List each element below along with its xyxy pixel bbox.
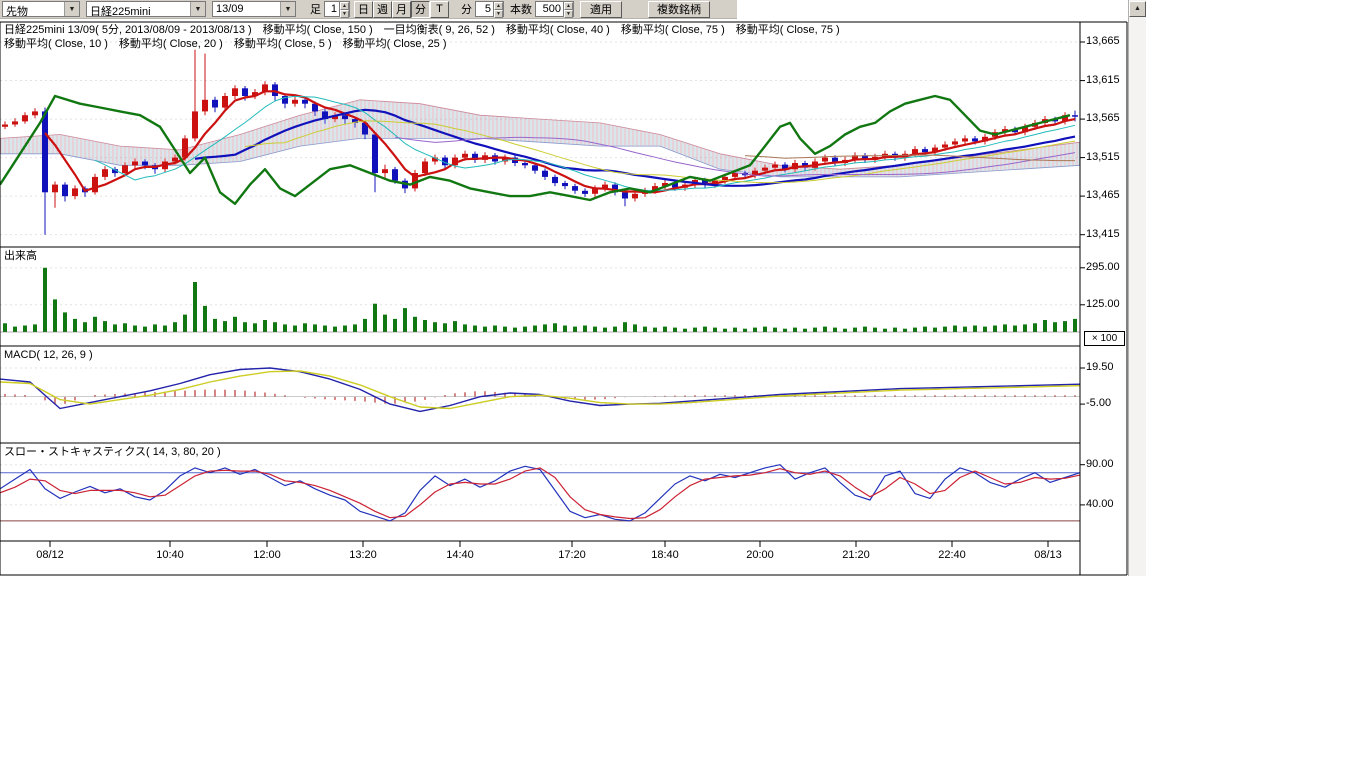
price-pane-header-line2: 移動平均( Close, 10 ) 移動平均( Close, 20 ) 移動平均… bbox=[4, 38, 447, 51]
chart-canvas[interactable] bbox=[0, 0, 1146, 576]
y-tick-label: 13,415 bbox=[1086, 228, 1120, 240]
price-pane-header-line1: 日経225mini 13/09( 5分, 2013/08/09 - 2013/0… bbox=[4, 24, 840, 37]
x-tick-label: 21:20 bbox=[833, 549, 879, 561]
y-tick-label: 13,465 bbox=[1086, 189, 1120, 201]
y-tick-label: 125.00 bbox=[1086, 298, 1120, 310]
y-tick-label: 40.00 bbox=[1086, 498, 1114, 510]
x-tick-label: 20:00 bbox=[737, 549, 783, 561]
y-tick-label: 13,615 bbox=[1086, 74, 1120, 86]
chart-area: 日経225mini 13/09( 5分, 2013/08/09 - 2013/0… bbox=[0, 0, 1146, 576]
y-tick-label: 90.00 bbox=[1086, 458, 1114, 470]
x-tick-label: 12:00 bbox=[244, 549, 290, 561]
x-tick-label: 13:20 bbox=[340, 549, 386, 561]
volume-multiplier-badge: × 100 bbox=[1084, 331, 1125, 346]
x-tick-label: 18:40 bbox=[642, 549, 688, 561]
x-tick-label: 08/12 bbox=[27, 549, 73, 561]
y-tick-label: 19.50 bbox=[1086, 361, 1114, 373]
x-tick-label: 10:40 bbox=[147, 549, 193, 561]
y-tick-label: 295.00 bbox=[1086, 261, 1120, 273]
volume-pane-title: 出来高 bbox=[4, 250, 37, 263]
x-tick-label: 14:40 bbox=[437, 549, 483, 561]
scroll-up-icon[interactable]: ▲ bbox=[1129, 1, 1146, 17]
x-tick-label: 22:40 bbox=[929, 549, 975, 561]
y-tick-label: 13,565 bbox=[1086, 112, 1120, 124]
chart-application-window: 先物 ▼ 日経225mini ▼ 13/09 ▼ 足 1 ▲ ▼ 日 週 月 分… bbox=[0, 0, 1366, 768]
y-tick-label: 13,515 bbox=[1086, 151, 1120, 163]
y-tick-label: -5.00 bbox=[1086, 397, 1111, 409]
vertical-scrollbar[interactable] bbox=[1128, 0, 1146, 576]
macd-pane-title: MACD( 12, 26, 9 ) bbox=[4, 349, 93, 362]
stochastics-pane-title: スロー・ストキャスティクス( 14, 3, 80, 20 ) bbox=[4, 446, 221, 459]
y-tick-label: 13,665 bbox=[1086, 35, 1120, 47]
x-tick-label: 08/13 bbox=[1025, 549, 1071, 561]
x-tick-label: 17:20 bbox=[549, 549, 595, 561]
